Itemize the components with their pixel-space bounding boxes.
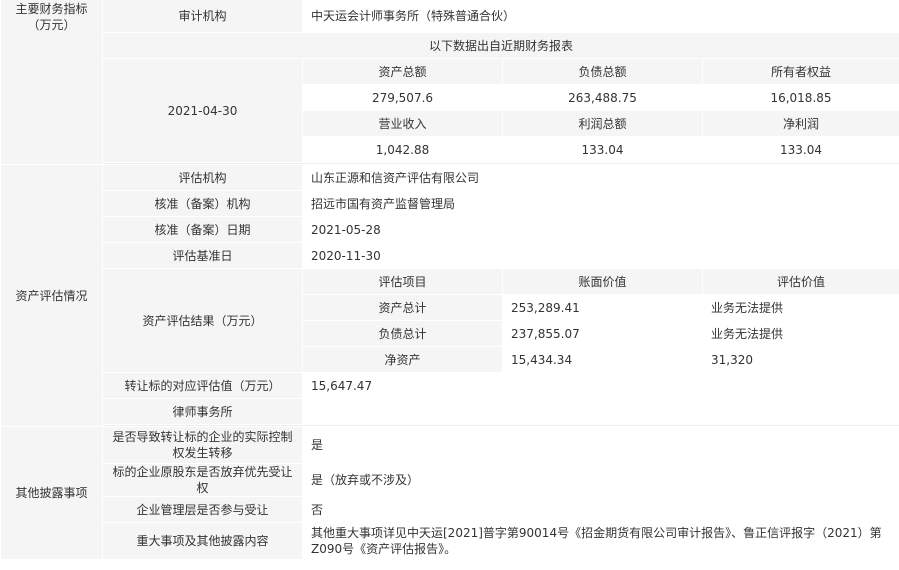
law-firm-label: 律师事务所: [102, 398, 303, 425]
law-firm-value: [302, 398, 899, 425]
header-total-assets: 资产总额: [302, 58, 503, 85]
other-section-label: 其他披露事项: [0, 426, 103, 560]
approval-org-label: 核准（备案）机构: [102, 190, 303, 217]
result-header-book-value: 账面价值: [502, 268, 703, 295]
result-header-eval-value: 评估价值: [702, 268, 899, 295]
value-net-profit: 133.04: [702, 136, 899, 163]
header-net-profit: 净利润: [702, 110, 899, 137]
management-participation-value: 否: [302, 496, 899, 523]
control-change-value: 是: [302, 426, 899, 464]
header-owner-equity: 所有者权益: [702, 58, 899, 85]
result-header-item: 评估项目: [302, 268, 503, 295]
result-row-book: 253,289.41: [502, 294, 703, 321]
assessment-result-label: 资产评估结果（万元）: [102, 268, 303, 373]
value-total-profit: 133.04: [502, 136, 703, 163]
auditor-value: 中天运会计师事务所（特殊普通合伙）: [302, 0, 899, 33]
target-value: 15,647.47: [302, 372, 899, 399]
result-row-eval: 业务无法提供: [702, 294, 899, 321]
header-total-liabilities: 负债总额: [502, 58, 703, 85]
result-row-item: 负债总计: [302, 320, 503, 347]
approval-org-value: 招远市国有资产监督管理局: [302, 190, 899, 217]
preemption-value: 是（放弃或不涉及）: [302, 463, 899, 497]
result-row-book: 15,434.34: [502, 346, 703, 373]
approval-date-value: 2021-05-28: [302, 216, 899, 243]
recent-financials-note: 以下数据出自近期财务报表: [102, 32, 899, 59]
report-date: 2021-04-30: [102, 58, 303, 163]
approval-date-label: 核准（备案）日期: [102, 216, 303, 243]
result-row-eval: 31,320: [702, 346, 899, 373]
result-row-book: 237,855.07: [502, 320, 703, 347]
finance-section-label: 主要财务指标（万元）: [0, 0, 103, 165]
preemption-label: 标的企业原股东是否放弃优先受让权: [102, 463, 303, 497]
header-total-profit: 利润总额: [502, 110, 703, 137]
base-date-label: 评估基准日: [102, 242, 303, 269]
disclosure-table: 主要财务指标（万元） 审计机构 中天运会计师事务所（特殊普通合伙） 以下数据出自…: [0, 0, 899, 560]
value-owner-equity: 16,018.85: [702, 84, 899, 111]
header-revenue: 营业收入: [302, 110, 503, 137]
result-row-eval: 业务无法提供: [702, 320, 899, 347]
assessment-org-label: 评估机构: [102, 164, 303, 191]
assessment-section-label: 资产评估情况: [0, 164, 103, 427]
target-value-label: 转让标的对应评估值（万元）: [102, 372, 303, 399]
value-revenue: 1,042.88: [302, 136, 503, 163]
major-matters-label: 重大事项及其他披露内容: [102, 522, 303, 560]
value-total-assets: 279,507.6: [302, 84, 503, 111]
auditor-label: 审计机构: [102, 0, 303, 33]
control-change-label: 是否导致转让标的企业的实际控制权发生转移: [102, 426, 303, 464]
assessment-org-value: 山东正源和信资产评估有限公司: [302, 164, 899, 191]
management-participation-label: 企业管理层是否参与受让: [102, 496, 303, 523]
result-row-item: 资产总计: [302, 294, 503, 321]
major-matters-value: 其他重大事项详见中天运[2021]普字第90014号《招金期货有限公司审计报告》…: [302, 522, 899, 560]
base-date-value: 2020-11-30: [302, 242, 899, 269]
result-row-item: 净资产: [302, 346, 503, 373]
value-total-liabilities: 263,488.75: [502, 84, 703, 111]
